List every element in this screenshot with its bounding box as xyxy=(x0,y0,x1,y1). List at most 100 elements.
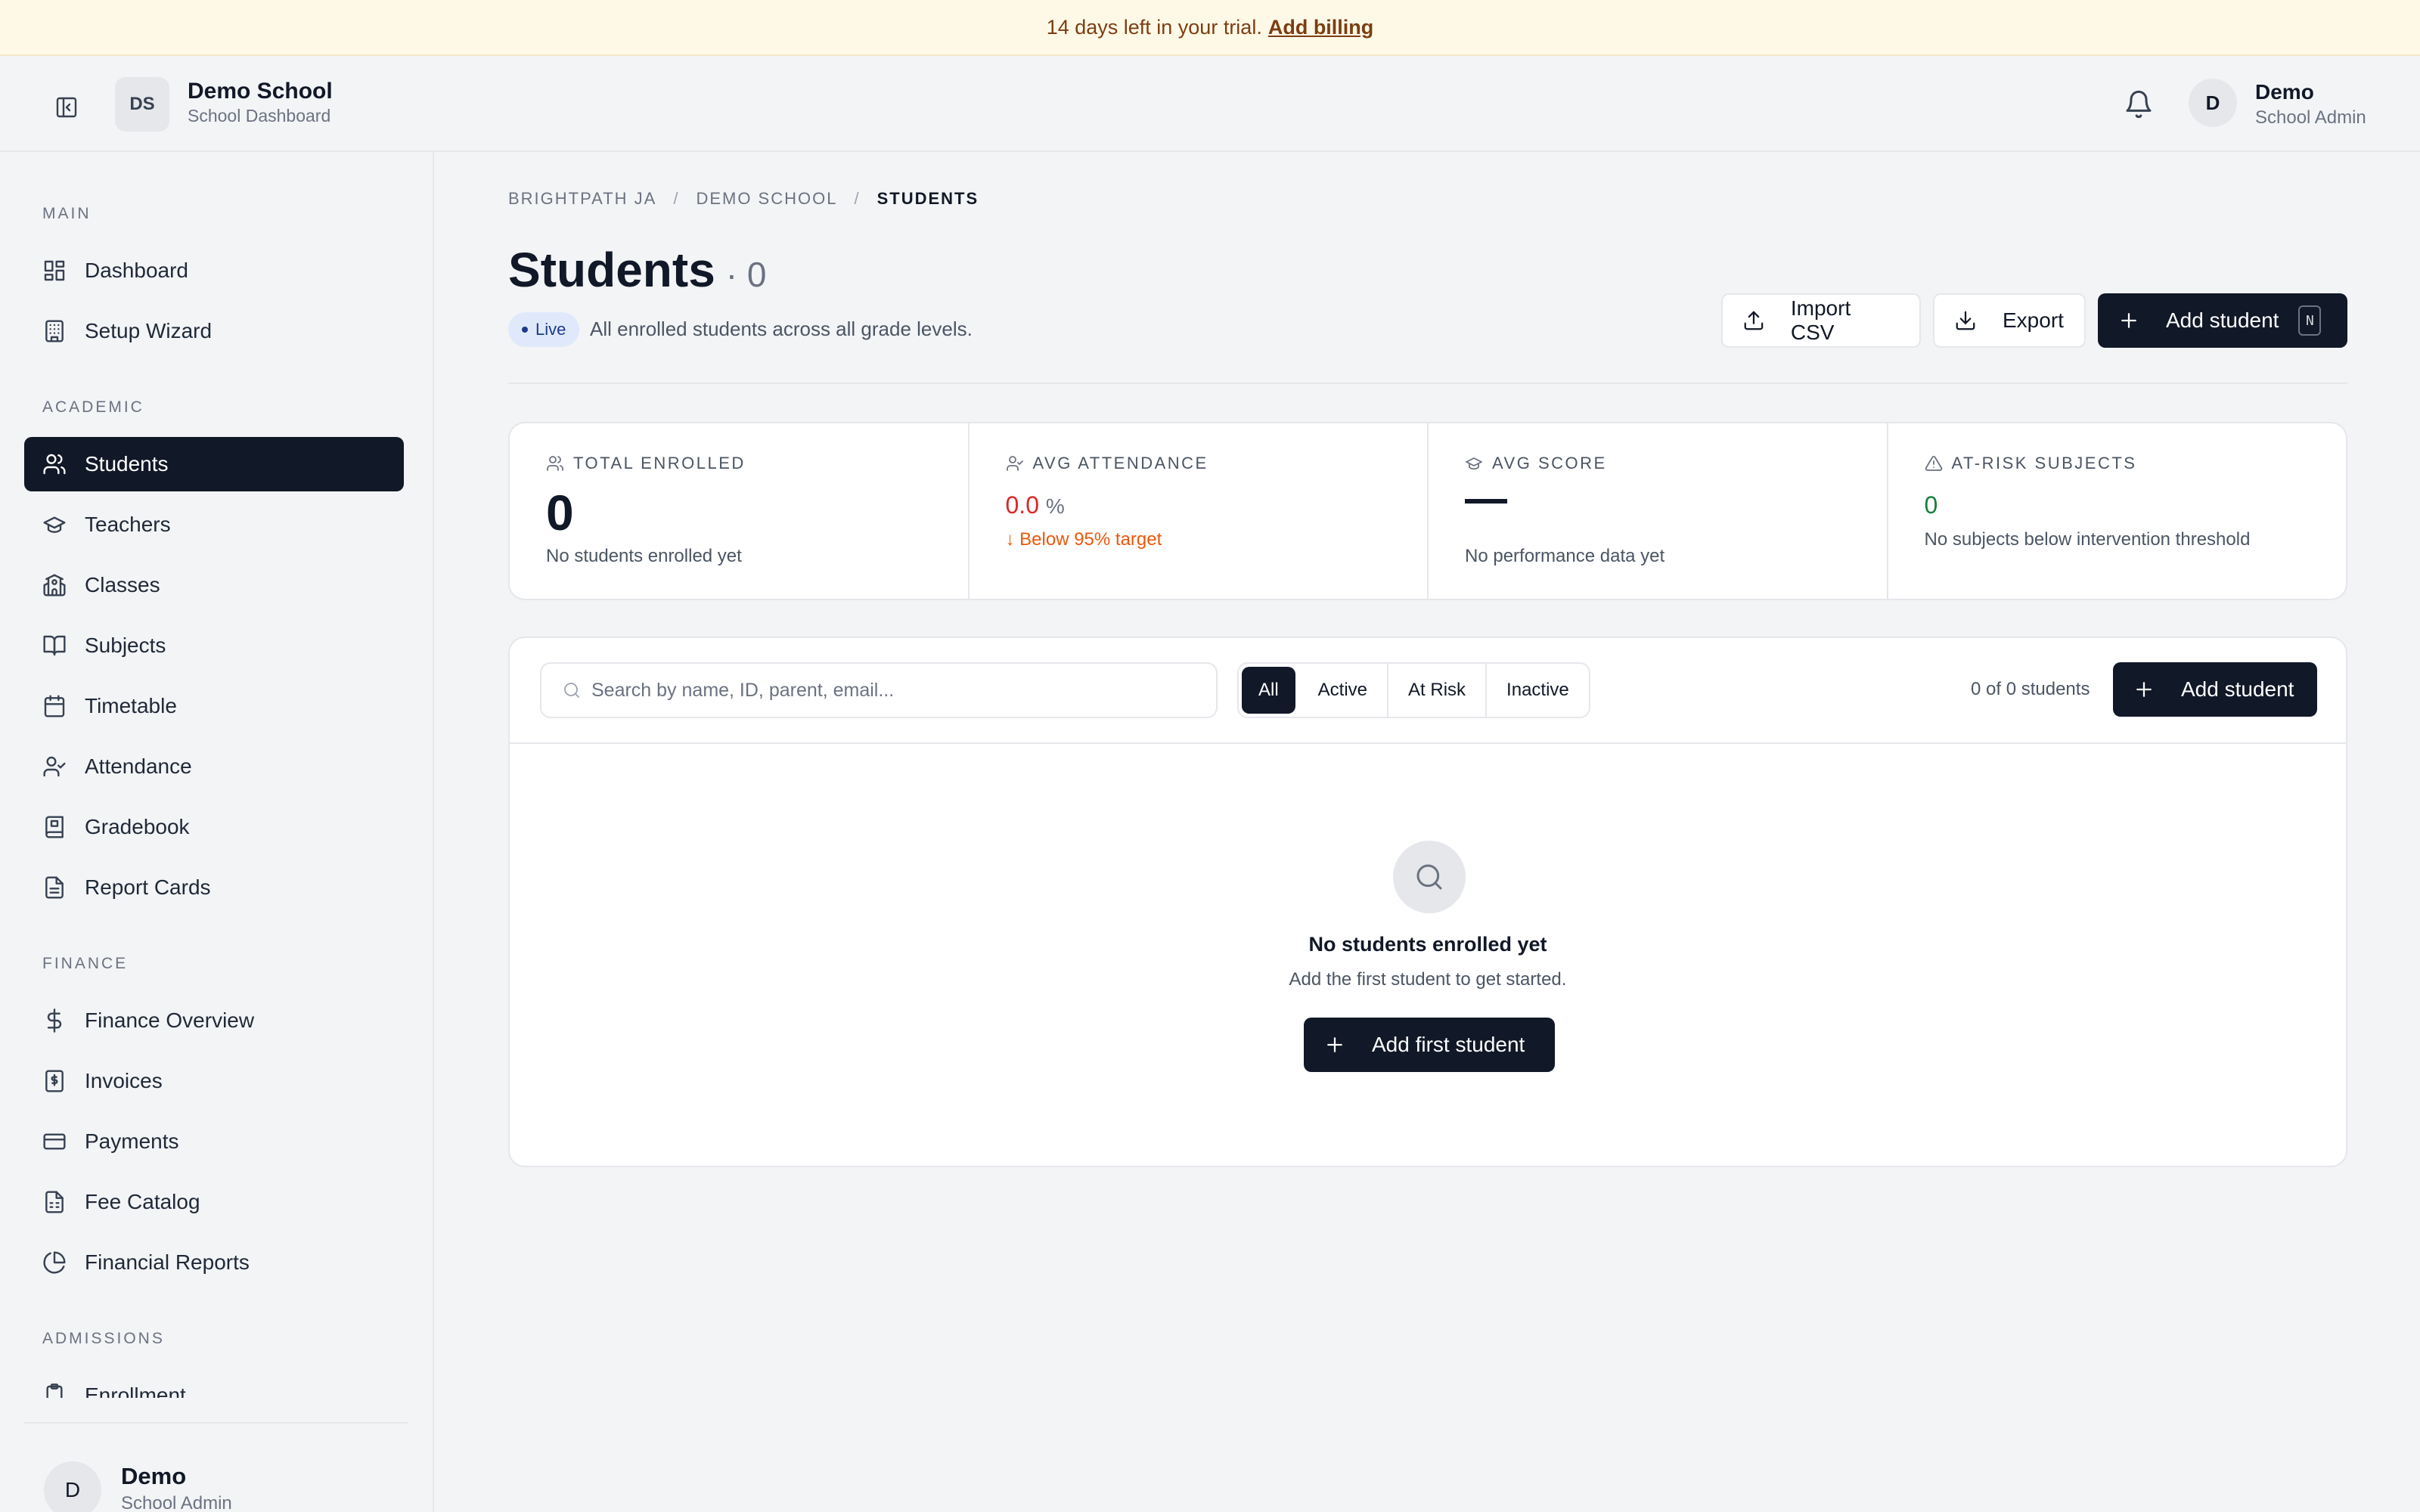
sidebar-item-subjects[interactable]: Subjects xyxy=(24,618,404,673)
stat-label: AT-RISK SUBJECTS xyxy=(1951,454,2137,472)
sidebar: MAIN Dashboard Setup Wizard ACADEMIC Stu… xyxy=(0,152,434,1512)
stat-unit: % xyxy=(1045,494,1065,518)
section-label-admissions: ADMISSIONS xyxy=(42,1330,165,1347)
stats-panel: TOTAL ENROLLED 0 No students enrolled ye… xyxy=(508,422,2347,600)
add-billing-link[interactable]: Add billing xyxy=(1268,16,1373,39)
add-student-button[interactable]: Add student N xyxy=(2098,293,2347,348)
breadcrumb-separator: / xyxy=(854,189,861,208)
users-icon xyxy=(42,452,67,476)
alert-triangle-icon xyxy=(1925,454,1943,472)
sidebar-item-label: Dashboard xyxy=(85,259,188,282)
graduation-cap-icon xyxy=(1465,454,1483,472)
user-name[interactable]: Demo xyxy=(2255,80,2314,104)
clipboard-icon xyxy=(42,1383,67,1398)
school-avatar[interactable]: DS xyxy=(115,77,169,132)
search-input[interactable] xyxy=(591,679,1181,702)
receipt-icon xyxy=(42,1069,67,1093)
pie-chart-icon xyxy=(42,1250,67,1275)
user-check-icon xyxy=(42,754,67,779)
sidebar-item-timetable[interactable]: Timetable xyxy=(24,679,404,733)
sidebar-item-label: Fee Catalog xyxy=(85,1190,200,1213)
sidebar-item-setup-wizard[interactable]: Setup Wizard xyxy=(24,304,404,358)
search-icon xyxy=(1414,862,1444,892)
sidebar-item-finance-overview[interactable]: Finance Overview xyxy=(24,993,404,1048)
file-text-icon xyxy=(42,875,67,900)
breadcrumb-org[interactable]: BRIGHTPATH JA xyxy=(508,189,656,209)
status-badge-label: Live xyxy=(535,320,566,339)
sidebar-item-label: Report Cards xyxy=(85,875,211,899)
download-icon xyxy=(1954,309,1977,332)
stat-total-enrolled: TOTAL ENROLLED 0 No students enrolled ye… xyxy=(510,423,970,599)
import-csv-label: Import CSV xyxy=(1790,296,1851,344)
sidebar-item-attendance[interactable]: Attendance xyxy=(24,739,404,794)
stat-subtext: No subjects below intervention threshold xyxy=(1924,529,2251,550)
sidebar-item-payments[interactable]: Payments xyxy=(24,1114,404,1169)
keyboard-shortcut-badge: N xyxy=(2298,305,2322,336)
plus-icon xyxy=(1323,1033,1346,1056)
stat-warning: ↓ Below 95% target xyxy=(1005,529,1162,550)
stat-label: TOTAL ENROLLED xyxy=(573,454,746,472)
sidebar-item-students[interactable]: Students xyxy=(24,437,404,491)
stat-value: 0 xyxy=(546,485,574,541)
trial-text: 14 days left in your trial. xyxy=(1046,15,1262,39)
sidebar-nav[interactable]: MAIN Dashboard Setup Wizard ACADEMIC Stu… xyxy=(0,152,433,1398)
school-subtitle: School Dashboard xyxy=(188,106,331,125)
empty-state-title: No students enrolled yet xyxy=(1308,933,1547,956)
fee-catalog-icon xyxy=(42,1190,67,1214)
section-label-main: MAIN xyxy=(42,205,92,222)
export-button[interactable]: Export xyxy=(1933,293,2086,348)
sidebar-item-label: Enrollment xyxy=(85,1383,186,1398)
add-student-label: Add student xyxy=(2181,677,2294,701)
add-student-button-table[interactable]: Add student xyxy=(2113,662,2317,717)
users-icon xyxy=(546,454,564,472)
sidebar-item-label: Attendance xyxy=(85,754,192,778)
breadcrumb-current: STUDENTS xyxy=(876,189,979,208)
plus-icon xyxy=(2133,678,2155,701)
export-label: Export xyxy=(2003,308,2064,332)
search-box[interactable] xyxy=(540,662,1218,718)
stat-subtext: No students enrolled yet xyxy=(546,546,742,566)
sidebar-item-classes[interactable]: Classes xyxy=(24,558,404,612)
sidebar-item-invoices[interactable]: Invoices xyxy=(24,1054,404,1108)
sidebar-item-fee-catalog[interactable]: Fee Catalog xyxy=(24,1175,404,1229)
credit-card-icon xyxy=(42,1129,67,1154)
live-dot-icon xyxy=(522,327,528,333)
user-avatar[interactable]: D xyxy=(2189,79,2237,127)
sidebar-item-report-cards[interactable]: Report Cards xyxy=(24,860,404,915)
add-first-student-button[interactable]: Add first student xyxy=(1304,1018,1555,1072)
sidebar-item-label: Setup Wizard xyxy=(85,319,213,342)
graduation-cap-icon xyxy=(42,513,67,537)
top-header: DS Demo School School Dashboard D Demo S… xyxy=(0,56,2420,152)
sidebar-toggle-icon[interactable] xyxy=(50,91,83,124)
import-csv-button[interactable]: Import CSV xyxy=(1721,293,1921,348)
sidebar-item-label: Invoices xyxy=(85,1069,163,1092)
sidebar-item-financial-reports[interactable]: Financial Reports xyxy=(24,1235,404,1290)
bell-icon[interactable] xyxy=(2124,89,2154,119)
stat-label: AVG SCORE xyxy=(1492,454,1607,472)
filter-active[interactable]: Active xyxy=(1298,664,1389,717)
sidebar-item-label: Payments xyxy=(85,1129,179,1153)
user-check-icon xyxy=(1006,454,1024,472)
table-toolbar: All Active At Risk Inactive 0 of 0 stude… xyxy=(510,638,2346,744)
sidebar-item-dashboard[interactable]: Dashboard xyxy=(24,243,404,298)
section-label-academic: ACADEMIC xyxy=(42,398,144,416)
breadcrumb: BRIGHTPATH JA / DEMO SCHOOL / STUDENTS xyxy=(508,189,979,209)
sidebar-item-gradebook[interactable]: Gradebook xyxy=(24,800,404,854)
footer-avatar[interactable]: D xyxy=(44,1461,101,1512)
school-name[interactable]: Demo School xyxy=(188,79,333,104)
status-filter: All Active At Risk Inactive xyxy=(1237,662,1590,718)
page-description: All enrolled students across all grade l… xyxy=(590,318,973,340)
filter-all[interactable]: All xyxy=(1242,667,1295,714)
plus-icon xyxy=(2118,309,2140,332)
filter-inactive[interactable]: Inactive xyxy=(1487,664,1589,717)
dashboard-icon xyxy=(42,259,67,283)
breadcrumb-school[interactable]: DEMO SCHOOL xyxy=(696,189,837,209)
sidebar-item-teachers[interactable]: Teachers xyxy=(24,497,404,552)
stat-value: 0 xyxy=(1924,491,1938,519)
filter-at-risk[interactable]: At Risk xyxy=(1388,664,1488,717)
stat-at-risk-subjects: AT-RISK SUBJECTS 0 No subjects below int… xyxy=(1888,423,2347,599)
sidebar-item-label: Timetable xyxy=(85,694,177,717)
sidebar-item-enrollment[interactable]: Enrollment xyxy=(24,1368,404,1398)
footer-user-name[interactable]: Demo xyxy=(121,1463,186,1490)
stat-empty-dash xyxy=(1465,499,1507,503)
